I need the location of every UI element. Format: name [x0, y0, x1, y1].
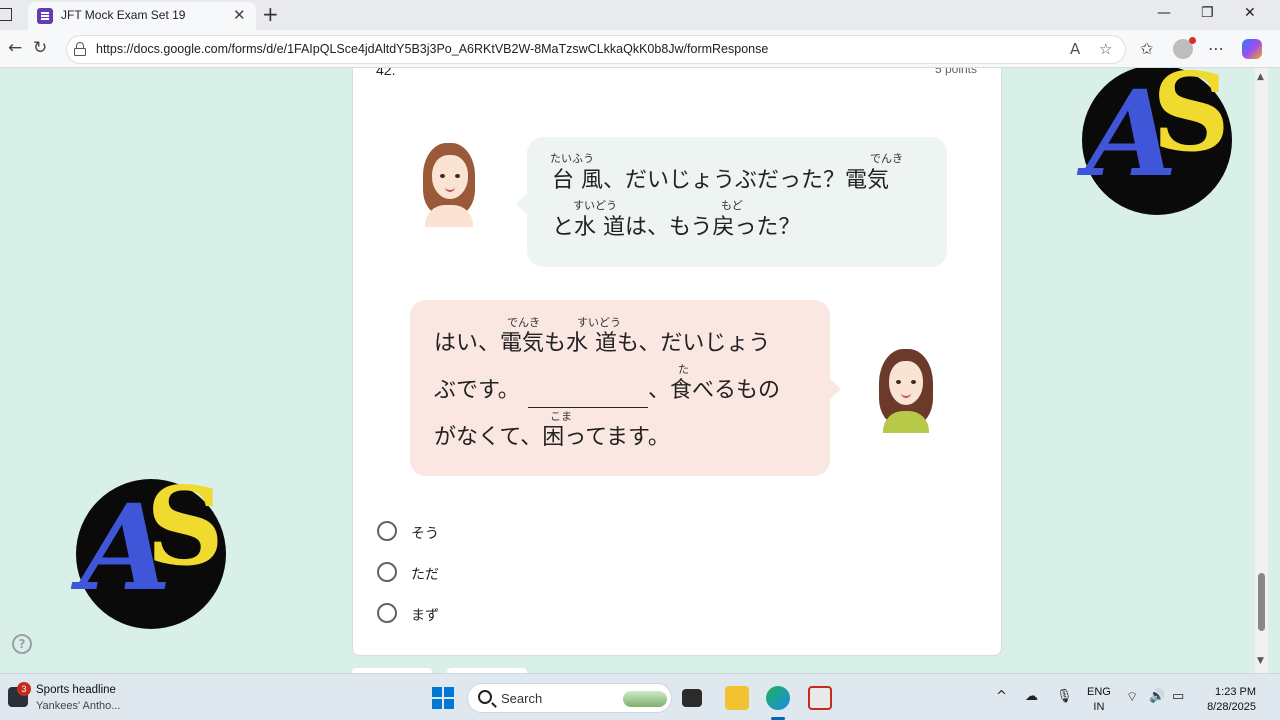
tab-active[interactable]: JFT Mock Exam Set 19 ✕	[28, 2, 256, 30]
favorites-icon[interactable]: ✩	[1140, 39, 1153, 58]
ruby-koma: こま	[550, 410, 572, 423]
ruby-modo: もど	[721, 199, 743, 212]
refresh-icon[interactable]: ↻	[33, 38, 47, 58]
forms-icon	[37, 8, 53, 24]
radio-icon[interactable]	[377, 603, 397, 623]
option-mazu[interactable]: まず	[377, 601, 577, 625]
minimize-button[interactable]: —	[1157, 5, 1171, 21]
task-view-icon[interactable]	[682, 689, 702, 707]
star-icon[interactable]: ☆	[1099, 40, 1112, 58]
back-icon[interactable]: ←	[8, 38, 22, 58]
file-explorer-icon[interactable]	[725, 686, 749, 710]
news-title[interactable]: Sports headline	[36, 684, 116, 696]
scrollbar[interactable]: ▲ ▼	[1255, 68, 1268, 673]
answer-blank	[528, 407, 648, 408]
restore-button[interactable]: ❐	[1201, 5, 1214, 21]
url-text[interactable]: https://docs.google.com/forms/d/e/1FAIpQ…	[96, 42, 768, 56]
option-sou[interactable]: そう	[377, 519, 577, 543]
wifi-icon[interactable]: ⌔	[1126, 689, 1138, 705]
logo-letter-a: A	[1086, 68, 1178, 203]
address-bar[interactable]: https://docs.google.com/forms/d/e/1FAIpQ…	[66, 35, 1126, 64]
bubble-top-line1: 台 風、だいじょうぶだった？電気	[552, 168, 889, 193]
radio-icon[interactable]	[377, 562, 397, 582]
clock-time: 1:23 PM	[1215, 686, 1256, 698]
help-icon[interactable]: ?	[12, 634, 32, 654]
bubble-bottom-line3: がなくて、困ってます。	[434, 425, 670, 450]
bubble-bottom-line1: はい、電気も水 道も、だいじょう	[434, 331, 771, 356]
question-points: 5 points	[934, 68, 977, 76]
taskbar-search[interactable]: Search	[467, 683, 672, 713]
tray-chevron-icon[interactable]: ^	[996, 689, 1007, 704]
avatar-woman-left	[417, 143, 481, 227]
speech-bubble-bottom: でんき すいどう はい、電気も水 道も、だいじょう ぶです。 た 、食べるもの …	[410, 300, 841, 476]
lang-region: IN	[1093, 701, 1105, 713]
logo-letter-a: A	[80, 478, 172, 617]
lang-code: ENG	[1087, 686, 1111, 698]
taskbar: 3 Sports headline Yankees' Antho... Sear…	[0, 673, 1280, 720]
snipping-tool-icon[interactable]	[808, 686, 832, 710]
onedrive-icon[interactable]: ☁	[1025, 689, 1038, 704]
read-aloud-icon[interactable]: A	[1070, 40, 1080, 58]
profile-icon[interactable]	[1173, 37, 1196, 59]
copilot-icon[interactable]	[1242, 39, 1262, 59]
option-label[interactable]: まず	[411, 605, 439, 625]
ruby-denki: でんき	[870, 152, 903, 165]
option-label[interactable]: そう	[411, 523, 439, 543]
clock-date: 8/28/2025	[1207, 701, 1256, 713]
scroll-down-icon[interactable]: ▼	[1257, 656, 1264, 666]
avatar-woman-right	[875, 349, 937, 433]
search-label: Search	[501, 691, 543, 706]
ruby-ta: た	[678, 363, 689, 376]
more-icon[interactable]: ⋯	[1208, 39, 1224, 58]
lock-icon[interactable]	[74, 42, 86, 56]
bubble-top-line2: と水 道は、もう戻った？	[552, 215, 801, 240]
ruby-suidou: すいどう	[573, 199, 617, 212]
ruby-taifuu: たいふう	[550, 152, 594, 165]
option-tada[interactable]: ただ	[377, 560, 577, 584]
speech-bubble-top: たいふう でんき 台 風、だいじょうぶだった？電気 すいどう もど と水 道は、…	[516, 137, 947, 267]
tab-title: JFT Mock Exam Set 19	[61, 8, 186, 22]
new-tab-button[interactable]: +	[262, 2, 279, 26]
ruby-denki-2: でんき	[507, 316, 540, 329]
news-subtitle[interactable]: Yankees' Antho...	[36, 700, 120, 712]
question-card: 42. 5 points たいふう でんき 台 風、だいじょうぶだった？電気 す…	[352, 68, 1002, 656]
search-icon	[478, 690, 492, 704]
clock[interactable]: 1:23 PM 8/28/2025	[1196, 685, 1256, 715]
option-label[interactable]: ただ	[411, 564, 439, 584]
language-indicator[interactable]: ENG IN	[1087, 685, 1111, 715]
close-window-button[interactable]: ✕	[1244, 5, 1256, 21]
edge-icon[interactable]	[766, 686, 790, 710]
start-icon[interactable]	[432, 687, 454, 709]
battery-icon[interactable]: ▭	[1172, 689, 1184, 704]
scroll-up-icon[interactable]: ▲	[1257, 72, 1264, 82]
question-number: 42.	[376, 68, 396, 78]
close-icon[interactable]: ✕	[233, 6, 246, 24]
as-logo-top: S A	[1082, 68, 1232, 215]
address-bar-row: ← ↻ https://docs.google.com/forms/d/e/1F…	[0, 30, 1280, 68]
news-badge: 3	[17, 682, 31, 696]
mic-icon[interactable]: 🎙	[1056, 689, 1073, 704]
bubble-bottom-line2b: 、食べるもの	[648, 378, 781, 403]
tab-actions-icon[interactable]	[0, 8, 12, 21]
tab-strip: JFT Mock Exam Set 19 ✕ + — ❐ ✕	[0, 0, 1280, 30]
page-viewport: 42. 5 points たいふう でんき 台 風、だいじょうぶだった？電気 す…	[7, 68, 1255, 673]
scroll-thumb[interactable]	[1258, 573, 1265, 631]
bubble-bottom-line2a: ぶです。	[434, 378, 520, 403]
ruby-suidou-2: すいどう	[577, 316, 621, 329]
as-logo-bottom: S A	[76, 473, 226, 629]
search-highlight-image	[623, 691, 667, 707]
radio-icon[interactable]	[377, 521, 397, 541]
volume-icon[interactable]: 🔊	[1149, 689, 1165, 704]
